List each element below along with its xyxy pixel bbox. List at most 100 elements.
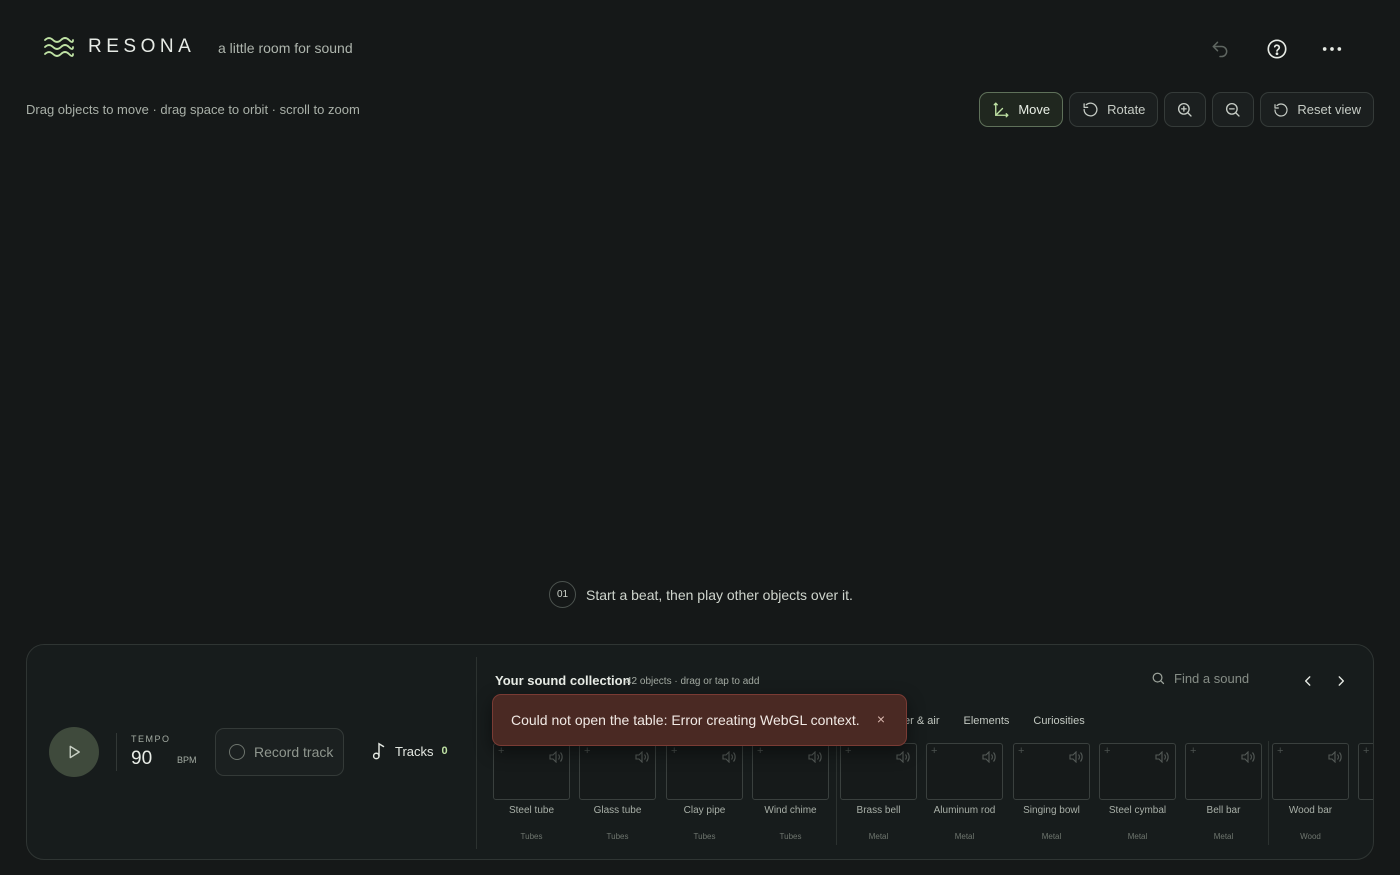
tagline: a little room for sound	[218, 40, 353, 56]
speaker-icon	[1241, 751, 1255, 763]
item-thumbnail: +	[926, 743, 1003, 800]
music-note-icon	[372, 742, 385, 760]
speaker-icon	[1069, 751, 1083, 763]
reset-icon	[1274, 102, 1288, 117]
item-category: Metal	[868, 832, 889, 841]
speaker-icon	[635, 751, 649, 763]
speaker-icon	[896, 751, 910, 763]
item-name: Wood bar	[1288, 805, 1333, 816]
undo-icon[interactable]	[1208, 37, 1232, 61]
bpm-label: BPM	[177, 755, 197, 765]
item-thumbnail: +	[752, 743, 829, 800]
sound-item[interactable]: + Glass tube Tubes	[579, 743, 656, 843]
sound-item[interactable]: + Steel cymbal Metal	[1099, 743, 1176, 843]
move-button[interactable]: Move	[979, 92, 1064, 127]
reset-view-label: Reset view	[1297, 102, 1361, 117]
item-thumbnail: +	[666, 743, 743, 800]
search-icon	[1152, 672, 1165, 685]
item-category: Tubes	[693, 832, 716, 841]
sound-item[interactable]: + Aluminum rod Metal	[926, 743, 1003, 843]
tracks-count: 0	[441, 745, 448, 757]
item-category: Metal	[1213, 832, 1234, 841]
sound-item-partial[interactable]: +	[1358, 743, 1373, 843]
sound-item[interactable]: + Clay pipe Tubes	[666, 743, 743, 843]
item-name: Clay pipe	[683, 805, 726, 816]
item-category: Tubes	[606, 832, 629, 841]
item-name: Steel tube	[508, 805, 555, 816]
step-text: Start a beat, then play other objects ov…	[586, 586, 853, 603]
panel-divider	[476, 657, 477, 849]
record-track-button[interactable]: Record track	[215, 728, 344, 776]
tempo-value[interactable]: 90	[131, 748, 152, 770]
tempo-label: TEMPO	[131, 734, 171, 744]
speaker-icon	[1155, 751, 1169, 763]
onboarding-step: 01 Start a beat, then play other objects…	[549, 581, 853, 608]
item-name: Brass bell	[856, 805, 901, 816]
zoom-out-icon	[1226, 102, 1241, 117]
category-tabs: ter & air Elements Curiosities	[901, 715, 1085, 727]
item-thumbnail: +	[1013, 743, 1090, 800]
speaker-icon	[982, 751, 996, 763]
zoom-in-button[interactable]	[1164, 92, 1207, 127]
brand-name: RESONA	[88, 36, 196, 57]
record-label: Record track	[254, 744, 334, 760]
sound-item[interactable]: + Singing bowl Metal	[1013, 743, 1090, 843]
item-name: Glass tube	[593, 805, 642, 816]
close-icon[interactable]: ×	[877, 711, 885, 727]
item-category: Metal	[1127, 832, 1148, 841]
item-thumbnail: +	[1185, 743, 1262, 800]
play-icon	[69, 745, 80, 759]
category-tab[interactable]: Elements	[964, 715, 1010, 727]
item-category: Metal	[1041, 832, 1062, 841]
chevron-right-icon	[1338, 676, 1345, 686]
collection-title: Your sound collection	[495, 673, 631, 688]
speaker-icon	[549, 751, 563, 763]
sound-panel: TEMPO 90 BPM Record track Tracks 0 Your …	[26, 644, 1374, 860]
zoom-out-button[interactable]	[1212, 92, 1255, 127]
speaker-icon	[1328, 751, 1342, 763]
chevron-left-icon	[1304, 676, 1311, 686]
more-options-icon[interactable]	[1320, 37, 1344, 61]
category-tab[interactable]: Curiosities	[1033, 715, 1084, 727]
item-category: Tubes	[520, 832, 543, 841]
move-label: Move	[1018, 102, 1051, 117]
app-header: RESONA a little room for sound	[0, 0, 1400, 96]
tracks-label: Tracks	[395, 743, 434, 759]
rotate-icon	[1083, 102, 1098, 117]
step-number: 01	[549, 581, 576, 608]
interaction-hint: Drag objects to move · drag space to orb…	[26, 102, 360, 117]
sound-item[interactable]: + Wind chime Tubes	[752, 743, 829, 843]
sound-item[interactable]: + Steel tube Tubes	[493, 743, 570, 843]
search-input[interactable]	[1174, 671, 1274, 686]
speaker-icon	[808, 751, 822, 763]
speaker-icon	[722, 751, 736, 763]
item-name: Wind chime	[764, 805, 817, 816]
move-icon	[993, 102, 1009, 117]
waves-logo-icon	[44, 37, 74, 57]
item-name: Bell bar	[1206, 805, 1241, 816]
help-icon[interactable]	[1265, 37, 1289, 61]
item-thumbnail: +	[1358, 743, 1373, 800]
error-toast: Could not open the table: Error creating…	[492, 694, 907, 746]
item-category: Metal	[954, 832, 975, 841]
rotate-button[interactable]: Rotate	[1069, 92, 1159, 127]
rotate-label: Rotate	[1107, 102, 1146, 117]
next-page-button[interactable]	[1331, 671, 1351, 691]
prev-page-button[interactable]	[1298, 671, 1318, 691]
record-circle-icon	[229, 744, 245, 760]
sound-item[interactable]: + Wood bar Wood	[1272, 743, 1349, 843]
item-thumbnail: +	[1099, 743, 1176, 800]
item-name: Aluminum rod	[933, 805, 996, 816]
group-divider	[1268, 741, 1269, 845]
reset-view-button[interactable]: Reset view	[1260, 92, 1374, 127]
item-thumbnail: +	[1272, 743, 1349, 800]
item-name: Steel cymbal	[1108, 805, 1167, 816]
tracks-button[interactable]: Tracks 0	[371, 742, 448, 760]
sound-item[interactable]: + Bell bar Metal	[1185, 743, 1262, 843]
sound-item[interactable]: + Brass bell Metal	[840, 743, 917, 843]
toast-message: Could not open the table: Error creating…	[511, 712, 860, 728]
play-button[interactable]	[49, 727, 99, 777]
collection-subtitle: 42 objects · drag or tap to add	[626, 676, 760, 687]
zoom-in-icon	[1178, 102, 1193, 117]
sound-search	[1151, 671, 1274, 686]
